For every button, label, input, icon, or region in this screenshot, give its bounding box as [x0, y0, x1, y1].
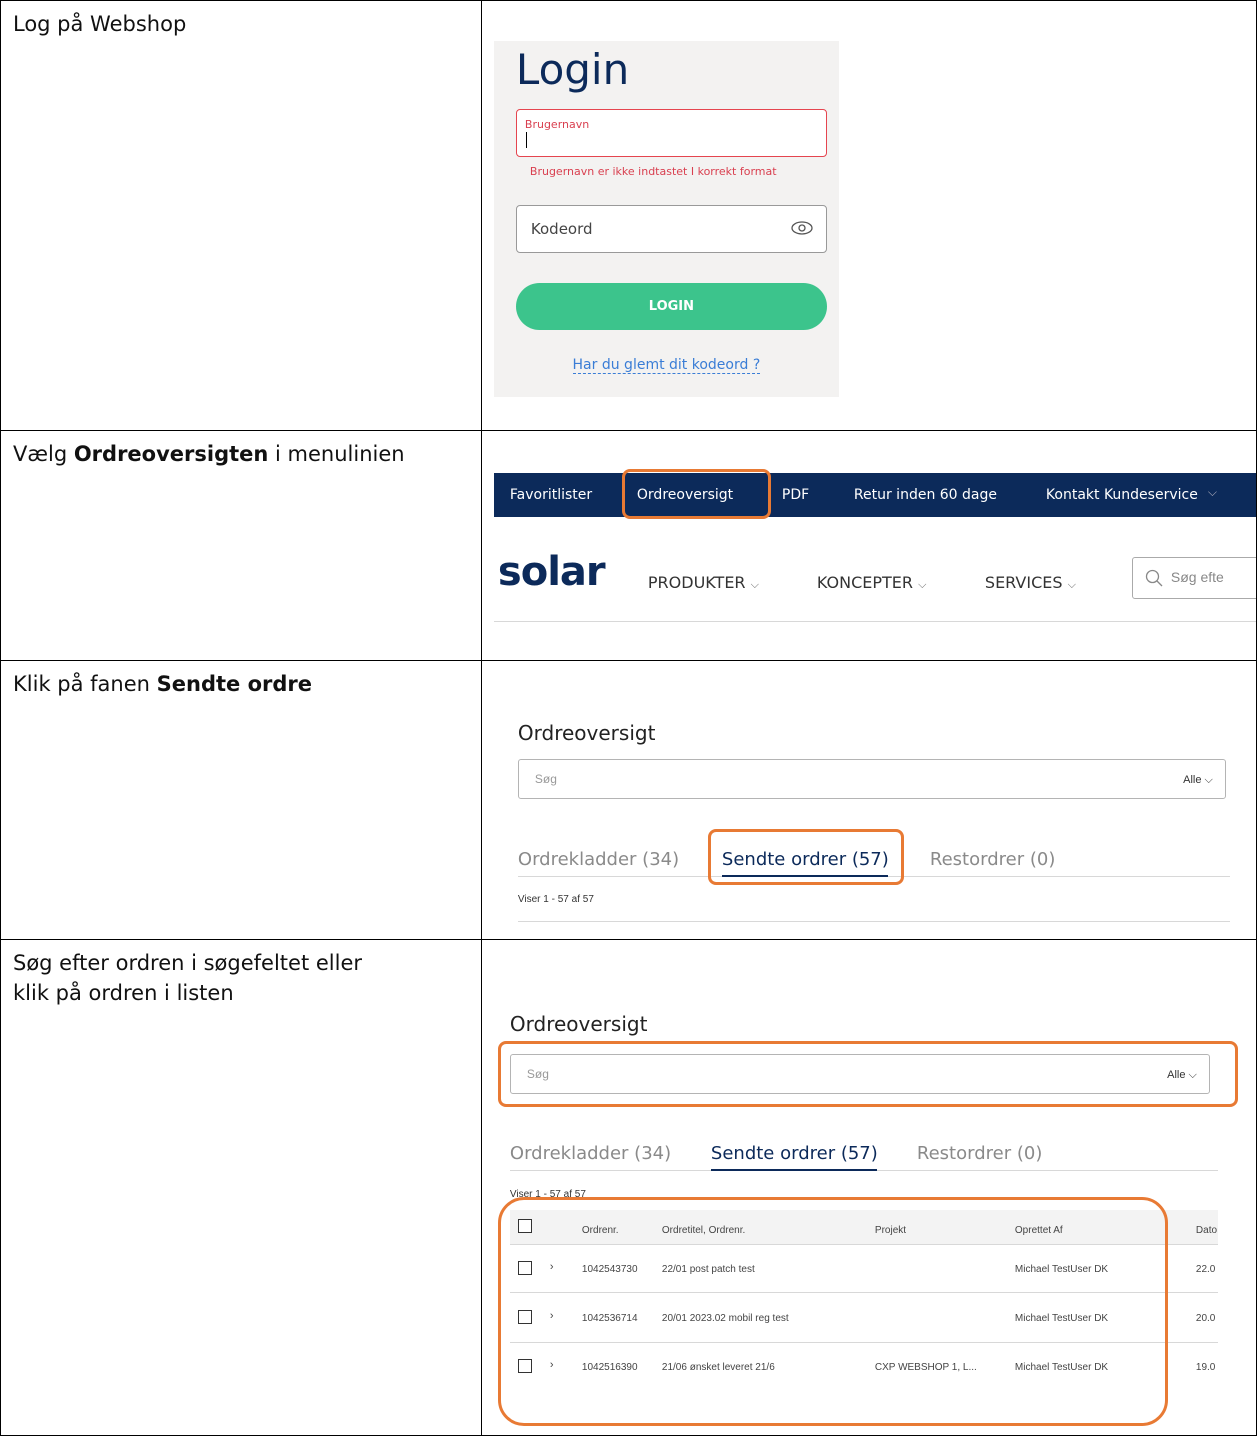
login-button[interactable]: LOGIN [515, 283, 827, 330]
tab-ordrekladder[interactable]: Ordrekladder (34) [510, 1143, 671, 1164]
step-1-screenshot: Login Brugernavn Brugernavn er ikke indt… [480, 0, 1257, 431]
nav-retur[interactable]: Retur inden 60 dage [854, 487, 997, 503]
step-2-text: Vælg Ordreoversigten i menulinien [1, 431, 481, 469]
nav-produkter[interactable]: PRODUKTER ⌵ [648, 573, 759, 592]
search-icon [1145, 569, 1163, 587]
header-dato[interactable]: Dato [1196, 1225, 1218, 1236]
nav-services-label: SERVICES [984, 573, 1063, 592]
order-search-input[interactable]: Søg Alle ⌵ [517, 759, 1226, 799]
step-2-post: i menulinien [268, 442, 405, 466]
tab-ordrekladder[interactable]: Ordrekladder (34) [518, 849, 679, 870]
login-title: Login [515, 45, 630, 94]
username-error: Brugernavn er ikke indtastet I korrekt f… [529, 165, 777, 178]
step-2-screenshot: Favoritlister Ordreoversigt PDF Retur in… [480, 430, 1257, 661]
nav-divider [493, 621, 1256, 622]
nav-koncepter[interactable]: KONCEPTER ⌵ [817, 573, 927, 592]
highlight-order-list [497, 1197, 1168, 1426]
cell-dato: 22.0 [1195, 1264, 1216, 1275]
order-search-placeholder: Søg [534, 772, 557, 786]
tab-restordrer[interactable]: Restordrer (0) [917, 1143, 1042, 1164]
eye-icon[interactable] [790, 220, 814, 236]
filter-label: Alle [1183, 774, 1202, 786]
step-3-pre: Klik på fanen [13, 672, 157, 696]
step-2-pre: Vælg [13, 442, 74, 466]
nav-produkter-label: PRODUKTER [647, 573, 746, 592]
step-4-screenshot: Ordreoversigt Søg Alle ⌵ Ordrekladder (3… [480, 939, 1257, 1436]
nav-pdf[interactable]: PDF [782, 487, 809, 503]
active-tab-underline [710, 1169, 877, 1171]
chevron-down-icon: ⌵ [1207, 485, 1218, 499]
nav-search-input[interactable]: Søg efte [1131, 557, 1256, 599]
result-count: Viser 1 - 57 af 57 [517, 894, 594, 905]
password-field[interactable]: Kodeord [515, 205, 827, 253]
text-caret [525, 132, 527, 148]
step-3-cell: Klik på fanen Sendte ordre [0, 660, 482, 940]
cell-dato: 19.0 [1195, 1362, 1216, 1373]
nav-services[interactable]: SERVICES ⌵ [985, 573, 1076, 592]
nav-favoritlister[interactable]: Favoritlister [510, 487, 592, 503]
nav-search-placeholder: Søg efte [1170, 569, 1224, 585]
page-title: Ordreoversigt [509, 1012, 648, 1036]
filter-dropdown[interactable]: Alle ⌵ [1183, 774, 1213, 787]
step-2-cell: Vælg Ordreoversigten i menulinien [0, 430, 482, 661]
step-4-text: Søg efter ordren i søgefeltet eller klik… [13, 951, 363, 1005]
instruction-table: Log på Webshop Login Brugernavn Brugerna… [0, 0, 1257, 1436]
username-label: Brugernavn [524, 118, 590, 131]
chevron-down-icon: ⌵ [750, 578, 759, 591]
highlight-search-field [497, 1041, 1238, 1107]
login-panel: Login Brugernavn Brugernavn er ikke indt… [493, 41, 839, 397]
page-title: Ordreoversigt [517, 721, 656, 745]
username-field[interactable]: Brugernavn [515, 109, 827, 157]
highlight-sendte-ordrer [707, 829, 904, 885]
password-placeholder: Kodeord [530, 220, 593, 238]
step-3-text: Klik på fanen Sendte ordre [1, 661, 481, 699]
nav-kontakt-kundeservice[interactable]: Kontakt Kundeservice [1046, 487, 1198, 503]
step-3-bold: Sendte ordre [156, 672, 312, 696]
nav-koncepter-label: KONCEPTER [816, 573, 914, 592]
step-4-cell: Søg efter ordren i søgefeltet eller klik… [0, 939, 482, 1436]
chevron-down-icon: ⌵ [1067, 578, 1076, 591]
cell-dato: 20.0 [1195, 1313, 1216, 1324]
chevron-down-icon: ⌵ [918, 578, 927, 591]
forgot-password-link[interactable]: Har du glemt dit kodeord ? [494, 357, 839, 374]
step-2-bold: Ordreoversigten [73, 442, 269, 466]
forgot-password-text[interactable]: Har du glemt dit kodeord ? [572, 357, 761, 374]
tab-sendte-ordrer[interactable]: Sendte ordrer (57) [711, 1143, 878, 1164]
tab-restordrer[interactable]: Restordrer (0) [930, 849, 1055, 870]
step-3-screenshot: Ordreoversigt Søg Alle ⌵ Ordrekladder (3… [480, 660, 1257, 940]
step-1-cell: Log på Webshop [0, 0, 482, 431]
list-divider [517, 921, 1230, 922]
highlight-ordreoversigt [621, 469, 771, 519]
step-1-text: Log på Webshop [13, 12, 187, 36]
top-navigation-bar: Favoritlister Ordreoversigt PDF Retur in… [493, 473, 1256, 517]
solar-logo[interactable]: solar [498, 549, 606, 595]
